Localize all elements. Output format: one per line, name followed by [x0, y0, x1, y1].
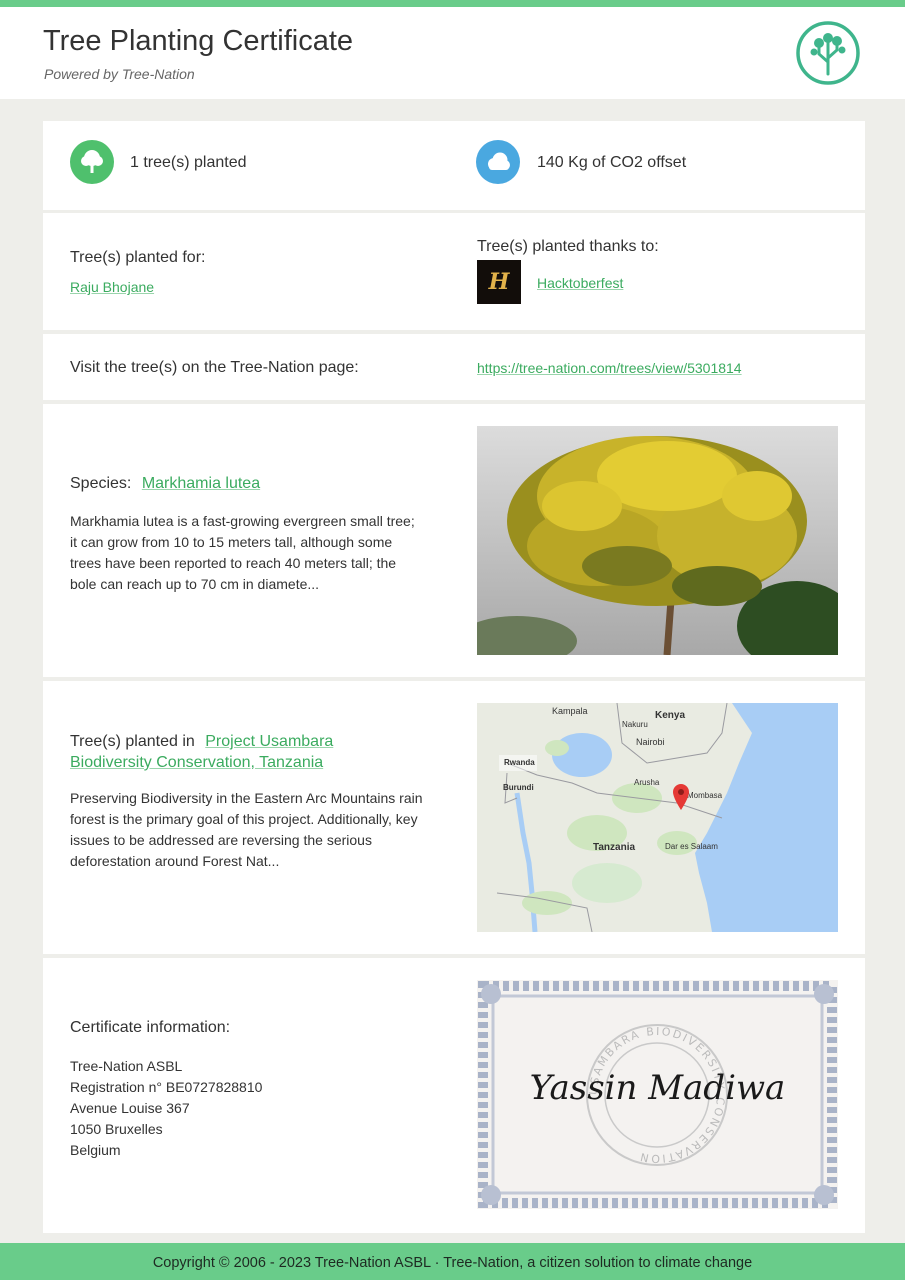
hacktoberfest-logo: H — [477, 260, 521, 304]
species-label: Species: — [70, 475, 132, 492]
project-label: Tree(s) planted in — [70, 733, 195, 750]
project-heading: Tree(s) planted in Project Usambara Biod… — [70, 731, 370, 773]
species-heading: Species: Markhamia lutea — [70, 475, 260, 493]
map-label-kenya: Kenya — [655, 710, 686, 721]
map-label-tanzania: Tanzania — [593, 842, 636, 853]
signature: Yassin Madiwa — [529, 1068, 786, 1108]
species-tree-photo — [477, 426, 838, 655]
planted-for-card: Tree(s) planted for: Raju Bhojane Tree(s… — [43, 213, 865, 330]
map-label-burundi: Burundi — [503, 783, 534, 792]
certificate-info-label: Certificate information: — [70, 1019, 231, 1036]
planted-for-name-link[interactable]: Raju Bhojane — [70, 279, 154, 295]
map-label-dar-es-salaam: Dar es Salaam — [665, 842, 718, 851]
trees-planted-count: 1 tree(s) planted — [130, 154, 247, 171]
project-card: Tree(s) planted in Project Usambara Biod… — [43, 681, 865, 954]
certificate-registration: Registration n° BE0727828810 — [70, 1079, 263, 1095]
top-accent-strip — [0, 0, 905, 7]
certificate-info-card: Certificate information: Tree-Nation ASB… — [43, 958, 865, 1233]
certificate-header: Tree Planting Certificate Powered by Tre… — [0, 7, 905, 99]
stats-card: 1 tree(s) planted 140 Kg of CO2 offset — [43, 121, 865, 210]
map-label-rwanda: Rwanda — [504, 758, 535, 767]
tree-icon — [70, 140, 114, 184]
certificate-street: Avenue Louise 367 — [70, 1100, 190, 1116]
page-title: Tree Planting Certificate — [43, 25, 354, 57]
visit-label: Visit the tree(s) on the Tree-Nation pag… — [70, 359, 359, 376]
visit-card: Visit the tree(s) on the Tree-Nation pag… — [43, 334, 865, 400]
certificate-city: 1050 Bruxelles — [70, 1121, 163, 1137]
project-description: Preserving Biodiversity in the Eastern A… — [70, 790, 423, 869]
sponsor-link[interactable]: Hacktoberfest — [537, 275, 623, 291]
map-pin-icon[interactable] — [673, 784, 689, 810]
map-label-nakuru: Nakuru — [622, 720, 648, 729]
co2-offset: 140 Kg of CO2 offset — [537, 154, 687, 171]
cloud-icon — [476, 140, 520, 184]
certificate-org: Tree-Nation ASBL — [70, 1058, 183, 1074]
map-label-kampala: Kampala — [552, 706, 588, 716]
map-label-nairobi: Nairobi — [636, 737, 665, 747]
tree-page-url-link[interactable]: https://tree-nation.com/trees/view/53018… — [477, 360, 742, 376]
certificate-address: Tree-Nation ASBL Registration n° BE07278… — [70, 1056, 262, 1161]
project-map[interactable]: Kampala Kenya Nakuru Nairobi Rwanda Buru… — [477, 703, 838, 932]
species-card: Species: Markhamia lutea Markhamia lutea… — [43, 404, 865, 677]
signature-certificate-image: USAMBARA BIODIVERSITY CONSERVATION Yassi… — [477, 980, 838, 1209]
thanks-to-label: Tree(s) planted thanks to: — [477, 238, 659, 255]
map-label-arusha: Arusha — [634, 778, 660, 787]
species-description: Markhamia lutea is a fast-growing evergr… — [70, 513, 415, 592]
powered-by-text: Powered by Tree-Nation — [44, 66, 195, 82]
tree-nation-logo-icon[interactable] — [795, 20, 861, 86]
certificate-country: Belgium — [70, 1142, 121, 1158]
planted-for-label: Tree(s) planted for: — [70, 249, 206, 266]
map-label-mombasa: Mombasa — [687, 791, 723, 800]
species-name-link[interactable]: Markhamia lutea — [142, 475, 260, 492]
footer-copyright: Copyright © 2006 - 2023 Tree-Nation ASBL… — [0, 1243, 905, 1280]
